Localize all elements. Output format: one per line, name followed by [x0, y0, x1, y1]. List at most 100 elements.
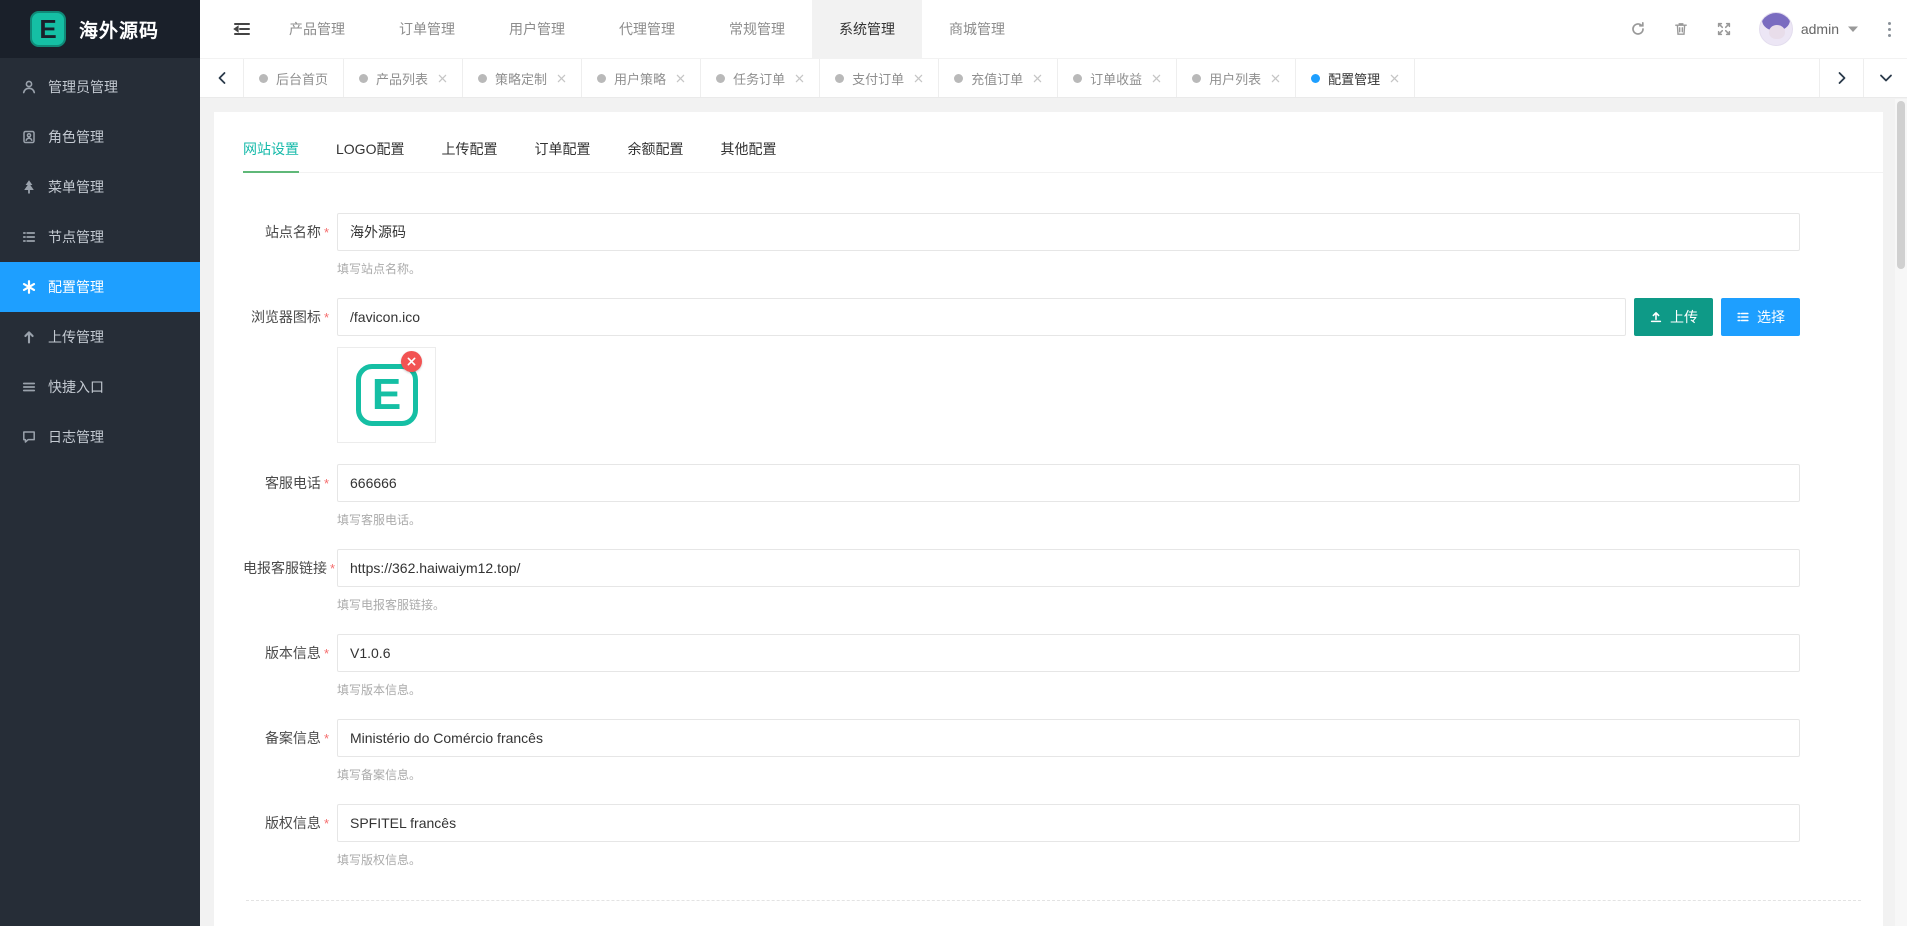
tab-close-icon[interactable] [676, 74, 685, 83]
favicon-logo-icon: E [356, 364, 418, 426]
field-label: 版本信息* [243, 643, 329, 663]
page-tab-product-list[interactable]: 产品列表 [344, 59, 463, 97]
field-help-text: 填写版权信息。 [337, 842, 1800, 868]
copyright-input[interactable] [337, 804, 1800, 842]
vertical-scrollbar[interactable] [1895, 99, 1907, 926]
nav-item-label: 代理管理 [619, 19, 675, 39]
top-header: 产品管理 订单管理 用户管理 代理管理 常规管理 系统管理 商城管理 admin [200, 0, 1907, 58]
tab-close-icon[interactable] [1152, 74, 1161, 83]
nav-item-general[interactable]: 常规管理 [702, 0, 812, 58]
nav-item-agent[interactable]: 代理管理 [592, 0, 702, 58]
scrollbar-thumb[interactable] [1897, 101, 1905, 269]
sidebar: E 海外源码 管理员管理 角色管理 菜单管理 节点管理 配置管理 [0, 0, 200, 926]
sidebar-item-label: 菜单管理 [48, 177, 104, 197]
sidebar-item-label: 角色管理 [48, 127, 104, 147]
brand-logo[interactable]: E 海外源码 [0, 0, 200, 58]
choose-button[interactable]: 选择 [1721, 298, 1800, 336]
sidebar-item-admin-manage[interactable]: 管理员管理 [0, 62, 200, 112]
form-row-service-phone: 客服电话* 填写客服电话。 [243, 464, 1800, 528]
nav-item-order[interactable]: 订单管理 [372, 0, 482, 58]
list-icon [1736, 310, 1750, 324]
nav-item-system[interactable]: 系统管理 [812, 0, 922, 58]
app-window: E 海外源码 管理员管理 角色管理 菜单管理 节点管理 配置管理 [0, 0, 1907, 926]
sidebar-item-config-manage[interactable]: 配置管理 [0, 262, 200, 312]
icp-info-input[interactable] [337, 719, 1800, 757]
required-mark: * [324, 646, 329, 661]
field-label: 客服电话* [243, 473, 329, 493]
tab-dot-icon [954, 74, 963, 83]
sidebar-item-shortcut-entry[interactable]: 快捷入口 [0, 362, 200, 412]
field-label: 浏览器图标* [243, 307, 329, 327]
main-area: 产品管理 订单管理 用户管理 代理管理 常规管理 系统管理 商城管理 admin [200, 0, 1907, 926]
required-mark: * [324, 310, 329, 325]
tab-close-icon[interactable] [1390, 74, 1399, 83]
user-icon [20, 79, 38, 95]
favicon-input[interactable] [337, 298, 1626, 336]
sidebar-item-node-manage[interactable]: 节点管理 [0, 212, 200, 262]
page-tab-recharge-order[interactable]: 充值订单 [939, 59, 1058, 97]
tabs-scroll-left-icon[interactable] [200, 59, 244, 97]
remove-image-badge[interactable] [401, 351, 422, 372]
tab-upload-config[interactable]: 上传配置 [441, 130, 497, 172]
sidebar-item-label: 快捷入口 [48, 377, 104, 397]
form-row-copyright: 版权信息* 填写版权信息。 [243, 804, 1800, 868]
version-input[interactable] [337, 634, 1800, 672]
required-mark: * [330, 561, 335, 576]
tab-balance-config[interactable]: 余额配置 [627, 130, 683, 172]
nav-item-label: 常规管理 [729, 19, 785, 39]
tab-close-icon[interactable] [1033, 74, 1042, 83]
tab-site-settings[interactable]: 网站设置 [243, 130, 299, 172]
nav-item-user[interactable]: 用户管理 [482, 0, 592, 58]
page-tab-config-manage[interactable]: 配置管理 [1296, 59, 1415, 97]
page-tab-user-strategy[interactable]: 用户策略 [582, 59, 701, 97]
nav-item-product[interactable]: 产品管理 [262, 0, 372, 58]
site-name-input[interactable] [337, 213, 1800, 251]
tabs-dropdown-icon[interactable] [1863, 59, 1907, 97]
page-tab-task-order[interactable]: 任务订单 [701, 59, 820, 97]
page-tab-home[interactable]: 后台首页 [244, 59, 344, 97]
upload-button-label: 上传 [1670, 307, 1698, 327]
choose-button-label: 选择 [1757, 307, 1785, 327]
tab-close-icon[interactable] [557, 74, 566, 83]
kebab-menu-icon[interactable] [1886, 18, 1893, 41]
page-tab-order-income[interactable]: 订单收益 [1058, 59, 1177, 97]
user-menu[interactable]: admin [1759, 12, 1859, 46]
nav-item-mall[interactable]: 商城管理 [922, 0, 1032, 58]
tabs-scroll-right-icon[interactable] [1819, 59, 1863, 97]
telegram-link-input[interactable] [337, 549, 1800, 587]
form-divider [246, 900, 1861, 901]
sidebar-item-log-manage[interactable]: 日志管理 [0, 412, 200, 462]
collapse-menu-icon[interactable] [222, 0, 262, 58]
page-tab-label: 配置管理 [1328, 69, 1380, 88]
upload-button[interactable]: 上传 [1634, 298, 1713, 336]
tab-other-config[interactable]: 其他配置 [720, 130, 776, 172]
page-tab-strategy-custom[interactable]: 策略定制 [463, 59, 582, 97]
fullscreen-icon[interactable] [1716, 21, 1732, 37]
tab-close-icon[interactable] [1271, 74, 1280, 83]
tab-close-icon[interactable] [795, 74, 804, 83]
form-row-site-name: 站点名称* 填写站点名称。 [243, 213, 1800, 277]
form-row-favicon: 浏览器图标* 上传 选择 [243, 298, 1800, 443]
tab-logo-config[interactable]: LOGO配置 [336, 130, 404, 172]
tab-dot-icon [716, 74, 725, 83]
refresh-icon[interactable] [1630, 21, 1646, 37]
page-tab-user-list[interactable]: 用户列表 [1177, 59, 1296, 97]
tab-order-config[interactable]: 订单配置 [534, 130, 590, 172]
header-right-tools: admin [1630, 12, 1907, 46]
page-tab-pay-order[interactable]: 支付订单 [820, 59, 939, 97]
tab-close-icon[interactable] [914, 74, 923, 83]
sidebar-item-upload-manage[interactable]: 上传管理 [0, 312, 200, 362]
sidebar-item-role-manage[interactable]: 角色管理 [0, 112, 200, 162]
brand-logo-letter: E [39, 14, 56, 45]
field-label: 备案信息* [243, 728, 329, 748]
trash-icon[interactable] [1673, 21, 1689, 37]
brand-title: 海外源码 [79, 16, 159, 43]
field-label: 电报客服链接* [243, 558, 329, 578]
page-tab-label: 订单收益 [1090, 69, 1142, 88]
brand-logo-icon: E [30, 11, 66, 47]
tab-close-icon[interactable] [438, 74, 447, 83]
sidebar-item-menu-manage[interactable]: 菜单管理 [0, 162, 200, 212]
service-phone-input[interactable] [337, 464, 1800, 502]
page-tab-label: 后台首页 [276, 69, 328, 88]
log-comment-icon [20, 429, 38, 445]
